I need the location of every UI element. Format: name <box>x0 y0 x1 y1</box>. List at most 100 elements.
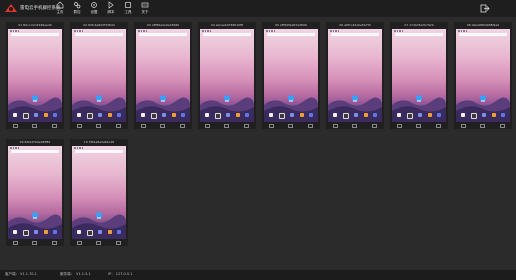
search-bar[interactable] <box>331 33 379 36</box>
phone-icon[interactable] <box>205 113 209 117</box>
back-button[interactable] <box>77 240 83 245</box>
messages-icon[interactable] <box>34 230 38 234</box>
camera-icon[interactable] <box>342 113 349 119</box>
messages-icon[interactable] <box>34 113 38 117</box>
phone-icon[interactable] <box>13 230 17 234</box>
browser-icon[interactable] <box>427 113 432 117</box>
contacts-icon[interactable] <box>501 113 505 117</box>
nav-script-button[interactable]: 脚本 <box>104 1 118 16</box>
back-button[interactable] <box>461 123 467 128</box>
back-button[interactable] <box>205 123 211 128</box>
contacts-icon[interactable] <box>117 113 121 117</box>
app-icon[interactable] <box>31 95 39 102</box>
app-icon[interactable] <box>159 95 167 102</box>
home-button[interactable] <box>96 240 102 245</box>
recents-button[interactable] <box>179 123 185 128</box>
contacts-icon[interactable] <box>373 113 377 117</box>
search-bar[interactable] <box>459 33 507 36</box>
messages-icon[interactable] <box>482 113 486 117</box>
nav-home-button[interactable]: 主页 <box>53 1 67 16</box>
nav-settings-button[interactable]: 设置 <box>87 1 101 16</box>
nav-about-button[interactable]: 关于 <box>138 1 152 16</box>
messages-icon[interactable] <box>98 113 102 117</box>
browser-icon[interactable] <box>107 230 112 234</box>
back-button[interactable] <box>13 123 19 128</box>
device-tile[interactable]: 08 0aba6894938f2a0 <box>454 22 512 129</box>
device-tile[interactable]: 02 8dfc4e8a5f3d84d <box>70 22 128 129</box>
contacts-icon[interactable] <box>437 113 441 117</box>
browser-icon[interactable] <box>299 113 304 117</box>
camera-icon[interactable] <box>150 113 157 119</box>
app-icon[interactable] <box>95 95 103 102</box>
recents-button[interactable] <box>51 240 57 245</box>
home-button[interactable] <box>416 123 422 128</box>
back-button[interactable] <box>397 123 403 128</box>
camera-icon[interactable] <box>470 113 477 119</box>
search-bar[interactable] <box>75 33 123 36</box>
device-screen[interactable] <box>72 29 126 122</box>
device-screen[interactable] <box>72 146 126 239</box>
phone-icon[interactable] <box>397 113 401 117</box>
app-icon[interactable] <box>95 212 103 219</box>
recents-button[interactable] <box>371 123 377 128</box>
contacts-icon[interactable] <box>309 113 313 117</box>
phone-icon[interactable] <box>77 113 81 117</box>
back-button[interactable] <box>141 123 147 128</box>
home-button[interactable] <box>352 123 358 128</box>
device-screen[interactable] <box>8 146 62 239</box>
browser-icon[interactable] <box>491 113 496 117</box>
device-screen[interactable] <box>200 29 254 122</box>
search-bar[interactable] <box>203 33 251 36</box>
device-tile[interactable]: 04 ebcaeb9768010f8 <box>198 22 256 129</box>
app-icon[interactable] <box>287 95 295 102</box>
back-button[interactable] <box>269 123 275 128</box>
device-tile[interactable]: 09 6dfa47b0e36ff8d <box>6 139 64 246</box>
app-icon[interactable] <box>351 95 359 102</box>
device-screen[interactable] <box>328 29 382 122</box>
camera-icon[interactable] <box>406 113 413 119</box>
messages-icon[interactable] <box>418 113 422 117</box>
home-button[interactable] <box>32 123 38 128</box>
recents-button[interactable] <box>115 240 121 245</box>
device-screen[interactable] <box>264 29 318 122</box>
device-screen[interactable] <box>392 29 446 122</box>
device-tile[interactable]: 05 2f850fe097a9899 <box>262 22 320 129</box>
home-button[interactable] <box>224 123 230 128</box>
phone-icon[interactable] <box>461 113 465 117</box>
browser-icon[interactable] <box>43 113 48 117</box>
camera-icon[interactable] <box>214 113 221 119</box>
back-button[interactable] <box>13 240 19 245</box>
contacts-icon[interactable] <box>245 113 249 117</box>
browser-icon[interactable] <box>363 113 368 117</box>
home-button[interactable] <box>288 123 294 128</box>
search-bar[interactable] <box>11 150 59 153</box>
contacts-icon[interactable] <box>53 113 57 117</box>
search-bar[interactable] <box>395 33 443 36</box>
messages-icon[interactable] <box>98 230 102 234</box>
browser-icon[interactable] <box>107 113 112 117</box>
recents-button[interactable] <box>499 123 505 128</box>
phone-icon[interactable] <box>13 113 17 117</box>
search-bar[interactable] <box>11 33 59 36</box>
camera-icon[interactable] <box>22 230 29 236</box>
back-button[interactable] <box>77 123 83 128</box>
recents-button[interactable] <box>51 123 57 128</box>
device-tile[interactable]: 01 N2comm2946ee40 <box>6 22 64 129</box>
home-button[interactable] <box>96 123 102 128</box>
search-bar[interactable] <box>139 33 187 36</box>
search-bar[interactable] <box>267 33 315 36</box>
device-tile[interactable]: 10 3f91a8e2a6bc28 <box>70 139 128 246</box>
home-button[interactable] <box>32 240 38 245</box>
app-icon[interactable] <box>479 95 487 102</box>
back-button[interactable] <box>333 123 339 128</box>
device-screen[interactable] <box>136 29 190 122</box>
contacts-icon[interactable] <box>181 113 185 117</box>
device-tile[interactable]: 06 a6f1c4da0e5b7f0 <box>326 22 384 129</box>
app-icon[interactable] <box>415 95 423 102</box>
camera-icon[interactable] <box>22 113 29 119</box>
camera-icon[interactable] <box>86 230 93 236</box>
nav-tools-button[interactable]: 工具 <box>121 1 135 16</box>
device-screen[interactable] <box>8 29 62 122</box>
recents-button[interactable] <box>115 123 121 128</box>
camera-icon[interactable] <box>86 113 93 119</box>
